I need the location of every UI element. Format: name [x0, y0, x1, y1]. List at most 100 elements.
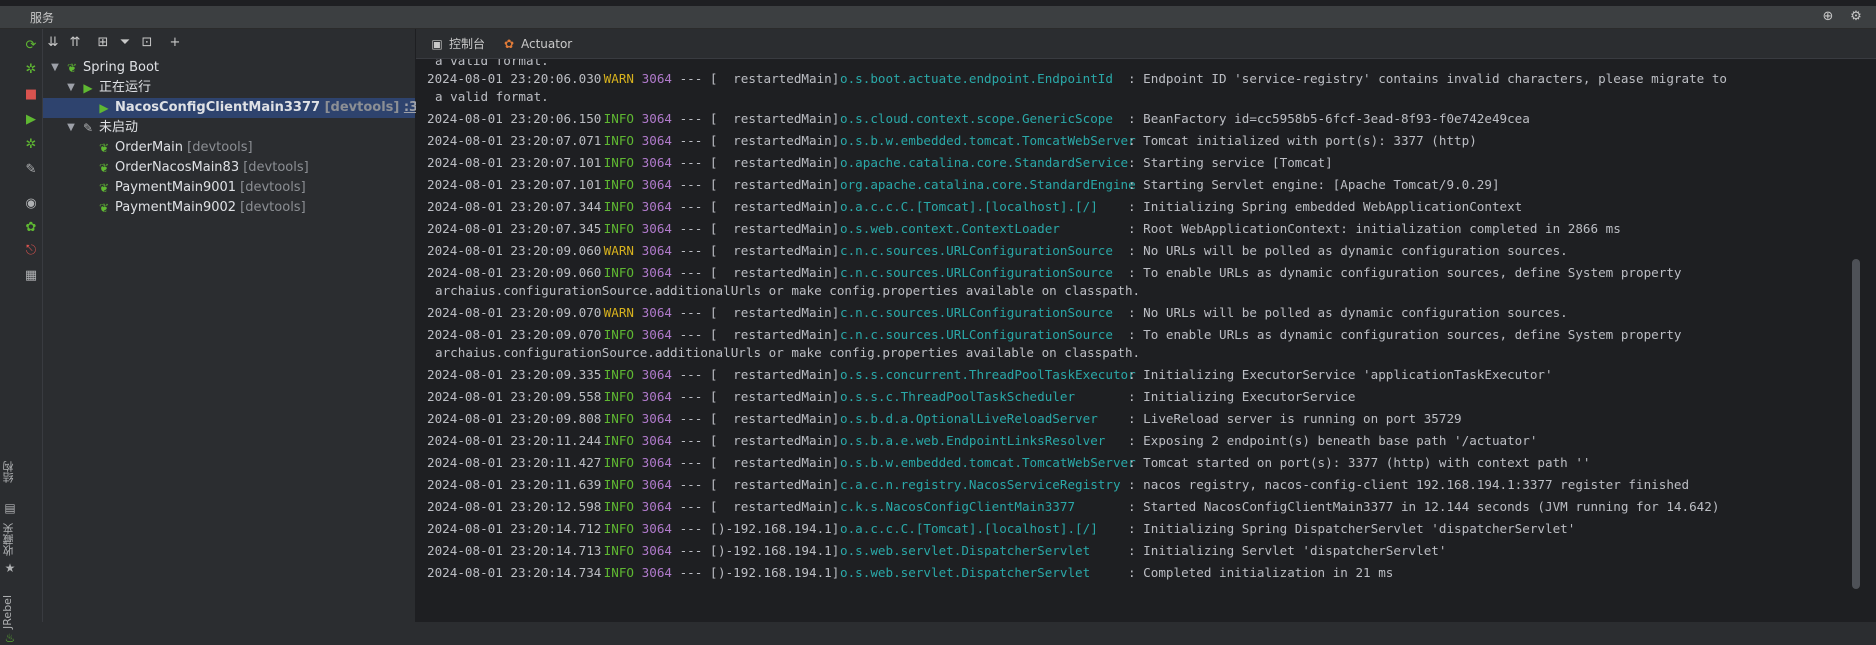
star-icon: ★: [4, 561, 16, 575]
log-message: : Started NacosConfigClientMain3377 in 1…: [1128, 499, 1720, 514]
log-logger: c.n.c.sources.URLConfigurationSource: [840, 265, 1113, 280]
log-logger: o.s.web.context.ContextLoader: [840, 221, 1060, 236]
log-timestamp: 2024-08-01 23:20:14.734: [427, 565, 602, 580]
log-timestamp: 2024-08-01 23:20:11.244: [427, 433, 602, 448]
jrebel-icon: ♨: [4, 631, 16, 645]
chevron-down-icon[interactable]: ▼: [49, 58, 61, 78]
log-separator: --- [: [672, 499, 718, 514]
tab-console-label: 控制台: [449, 37, 486, 51]
log-logger: c.n.c.sources.URLConfigurationSource: [840, 327, 1113, 342]
tree-node-stopped-app[interactable]: ❦ PaymentMain9001 [devtools]: [43, 178, 415, 198]
log-pid: 3064: [641, 111, 672, 126]
debug-config-icon[interactable]: ✲: [23, 137, 39, 153]
tab-actuator-label: Actuator: [521, 37, 573, 51]
console-output[interactable]: a valid format. 2024-08-01 23:20:06.030 W…: [416, 59, 1876, 622]
log-message: : Starting service [Tomcat]: [1128, 155, 1333, 170]
log-logger: o.apache.catalina.core.StandardService: [840, 155, 1129, 170]
log-pid: 3064: [641, 455, 672, 470]
actuator-icon: ✿: [503, 37, 515, 51]
target-icon[interactable]: ⊕: [1820, 9, 1836, 25]
log-level: INFO: [603, 367, 634, 382]
services-action-column: ⟳ ✲ ■ ▶ ✲ ✎ ◉ ✿ ⎋ ▦: [20, 29, 43, 622]
log-pid: 3064: [641, 243, 672, 258]
console-scrollbar[interactable]: [1852, 259, 1860, 589]
log-timestamp: 2024-08-01 23:20:06.030: [427, 71, 602, 86]
log-pid: 3064: [641, 499, 672, 514]
log-message: : Initializing Servlet 'dispatcherServle…: [1128, 543, 1447, 558]
debug-icon[interactable]: ✲: [23, 62, 39, 78]
bookmarks-tab[interactable]: 收藏夹: [1, 523, 19, 556]
wrench-icon[interactable]: ✎: [23, 162, 39, 178]
stop-icon[interactable]: ■: [23, 87, 39, 103]
log-separator: --- [: [672, 155, 718, 170]
chevron-down-icon[interactable]: ▼: [65, 78, 77, 98]
exit-icon[interactable]: ⎋: [23, 243, 39, 259]
tree-node-running[interactable]: ▼ ▶ 正在运行: [43, 78, 415, 98]
log-message: : Initializing Spring DispatcherServlet …: [1128, 521, 1576, 536]
tree-node-running-app[interactable]: ▶ NacosConfigClientMain3377 [devtools] :…: [43, 98, 450, 118]
log-line: 2024-08-01 23:20:14.713 INFO 3064 --- [)-1…: [427, 542, 1446, 560]
log-level: INFO: [603, 565, 634, 580]
log-line: 2024-08-01 23:20:07.101 INFO 3064 --- [ re…: [427, 154, 1333, 172]
gear-run-icon[interactable]: ✿: [23, 220, 39, 236]
log-separator: --- [: [672, 477, 718, 492]
log-pid: 3064: [641, 265, 672, 280]
log-message: : BeanFactory id=cc5958b5-6fcf-3ead-8f93…: [1128, 111, 1530, 126]
tree-node-stopped-app[interactable]: ❦ PaymentMain9002 [devtools]: [43, 198, 415, 218]
tree-node-stopped-app[interactable]: ❦ OrderMain [devtools]: [43, 138, 415, 158]
log-level: INFO: [603, 411, 634, 426]
camera-icon[interactable]: ◉: [23, 196, 39, 212]
log-level: INFO: [603, 327, 634, 342]
services-panel: ⇊ ⇈ ⊞ ⏷ ⊡ + ▼ ❦ Spring Boot ▼ ▶ 正在运行 ▶ N…: [43, 29, 450, 622]
log-pid: 3064: [641, 521, 672, 536]
log-separator: --- [: [672, 177, 718, 192]
log-timestamp: 2024-08-01 23:20:06.150: [427, 111, 602, 126]
jrebel-tab[interactable]: JRebel: [1, 595, 19, 629]
log-thread: )-192.168.194.1]: [718, 521, 840, 536]
log-thread: restartedMain]: [718, 327, 840, 342]
log-timestamp: 2024-08-01 23:20:07.101: [427, 177, 602, 192]
expand-all-icon[interactable]: ⇊: [45, 35, 61, 51]
settings-gear-icon[interactable]: ⚙: [1848, 9, 1864, 25]
tool-window-title: 服务: [30, 11, 55, 25]
log-level: INFO: [603, 433, 634, 448]
log-logger: org.apache.catalina.core.StandardEngine: [840, 177, 1136, 192]
tree-node-stopped-app[interactable]: ❦ OrderNacosMain83 [devtools]: [43, 158, 415, 178]
log-thread: )-192.168.194.1]: [718, 565, 840, 580]
collapse-all-icon[interactable]: ⇈: [67, 35, 83, 51]
log-thread: restartedMain]: [718, 177, 840, 192]
log-logger: o.s.b.w.embedded.tomcat.TomcatWebServer: [840, 133, 1136, 148]
spring-app-icon: ❦: [98, 141, 110, 155]
log-thread: restartedMain]: [718, 111, 840, 126]
tab-actuator[interactable]: ✿ Actuator: [502, 36, 572, 52]
stopped-app-name: PaymentMain9001: [115, 180, 237, 195]
group-by-icon[interactable]: ⊞: [95, 35, 111, 51]
structure-tab[interactable]: 结构: [1, 461, 19, 483]
log-timestamp: 2024-08-01 23:20:09.335: [427, 367, 602, 382]
log-thread: restartedMain]: [718, 133, 840, 148]
filter-icon[interactable]: ⏷: [117, 35, 133, 51]
log-message: : Completed initialization in 21 ms: [1128, 565, 1394, 580]
log-timestamp: 2024-08-01 23:20:09.558: [427, 389, 602, 404]
tree-node-spring-boot[interactable]: ▼ ❦ Spring Boot: [43, 58, 415, 78]
rerun-icon[interactable]: ⟳: [23, 38, 39, 54]
new-tab-icon[interactable]: ⊡: [139, 35, 155, 51]
log-thread: restartedMain]: [718, 455, 840, 470]
chevron-down-icon[interactable]: ▼: [65, 118, 77, 138]
tab-console[interactable]: ▣ 控制台: [430, 36, 485, 52]
layout-icon[interactable]: ▦: [23, 268, 39, 284]
add-service-icon[interactable]: +: [167, 35, 183, 51]
log-line: 2024-08-01 23:20:07.101 INFO 3064 --- [ re…: [427, 176, 1500, 194]
run-config-icon[interactable]: ▶: [23, 112, 39, 128]
tree-label-stopped: 未启动: [99, 120, 139, 135]
log-message: : Initializing ExecutorService 'applicat…: [1128, 367, 1553, 382]
stopped-app-name: OrderNacosMain83: [115, 160, 240, 175]
log-message: : No URLs will be polled as dynamic conf…: [1128, 243, 1568, 258]
log-logger: o.s.b.a.e.web.EndpointLinksResolver: [840, 433, 1106, 448]
log-message: : Tomcat started on port(s): 3377 (http)…: [1128, 455, 1591, 470]
log-separator: --- [: [672, 133, 718, 148]
log-pid: 3064: [641, 433, 672, 448]
running-app-name: NacosConfigClientMain3377: [115, 100, 321, 115]
log-continuation: a valid format.: [435, 59, 549, 68]
tree-node-stopped[interactable]: ▼ ✎ 未启动: [43, 118, 415, 138]
